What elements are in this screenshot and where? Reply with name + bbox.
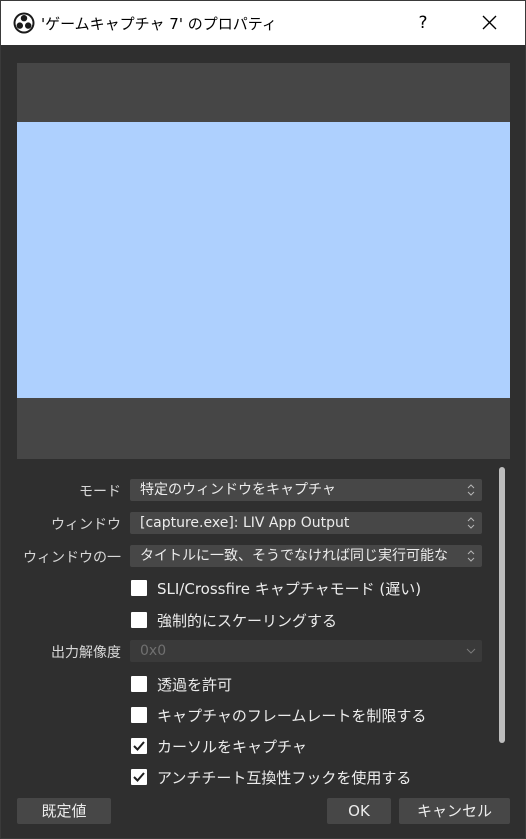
- ok-button[interactable]: OK: [327, 798, 391, 824]
- output-resolution-value: 0x0: [140, 643, 167, 659]
- window-label: ウィンドウ: [51, 517, 121, 533]
- window-select[interactable]: [capture.exe]: LIV App Output: [130, 512, 482, 534]
- mode-value: 特定のウィンドウをキャプチャ: [140, 482, 336, 498]
- sli-crossfire-label: SLI/Crossfire キャプチャモード (遅い): [157, 580, 422, 598]
- force-scaling-label: 強制的にスケーリングする: [157, 612, 338, 630]
- cancel-button[interactable]: キャンセル: [399, 798, 510, 824]
- checkbox-box[interactable]: [131, 738, 147, 754]
- title-bar: 'ゲームキャプチャ 7' のプロパティ ?: [1, 1, 525, 45]
- limit-framerate-label: キャプチャのフレームレートを制限する: [157, 707, 427, 725]
- window-match-label: ウィンドウの一: [23, 550, 121, 566]
- obs-logo-icon: [13, 12, 35, 34]
- updown-arrows-icon: [467, 550, 475, 562]
- close-button[interactable]: [469, 5, 509, 41]
- window-title: 'ゲームキャプチャ 7' のプロパティ: [41, 15, 277, 33]
- updown-arrows-icon: [467, 517, 475, 529]
- checkmark-icon: [133, 741, 145, 751]
- updown-arrows-icon: [467, 484, 475, 496]
- window-value: [capture.exe]: LIV App Output: [140, 515, 350, 531]
- output-resolution-select: 0x0: [130, 640, 482, 662]
- output-resolution-label: 出力解像度: [51, 645, 121, 661]
- properties-dialog: 'ゲームキャプチャ 7' のプロパティ ? モード 特定のウィンドウをキャプチャ…: [0, 0, 526, 839]
- checkbox-box[interactable]: [131, 612, 147, 628]
- checkbox-box[interactable]: [131, 580, 147, 596]
- capture-area: [17, 122, 510, 398]
- window-match-value: タイトルに一致、そうでなければ同じ実行可能な: [140, 548, 448, 564]
- checkbox-box[interactable]: [131, 769, 147, 785]
- allow-transparency-label: 透過を許可: [157, 676, 233, 694]
- close-icon: [482, 15, 497, 30]
- capture-cursor-label: カーソルをキャプチャ: [157, 738, 307, 756]
- properties-panel: モード 特定のウィンドウをキャプチャ ウィンドウ [capture.exe]: …: [17, 469, 511, 789]
- properties-scrollbar[interactable]: [497, 467, 507, 787]
- checkmark-icon: [133, 772, 145, 782]
- anticheat-hook-label: アンチチート互換性フックを使用する: [157, 769, 412, 787]
- chevron-down-icon: [466, 648, 476, 654]
- checkbox-box[interactable]: [131, 707, 147, 723]
- mode-select[interactable]: 特定のウィンドウをキャプチャ: [130, 479, 482, 501]
- source-preview: [17, 63, 510, 459]
- scrollbar-thumb[interactable]: [499, 467, 505, 743]
- checkbox-box[interactable]: [131, 676, 147, 692]
- defaults-button[interactable]: 既定値: [17, 798, 111, 824]
- mode-label: モード: [79, 484, 121, 500]
- help-button[interactable]: ?: [405, 5, 441, 41]
- window-match-select[interactable]: タイトルに一致、そうでなければ同じ実行可能な: [130, 545, 482, 567]
